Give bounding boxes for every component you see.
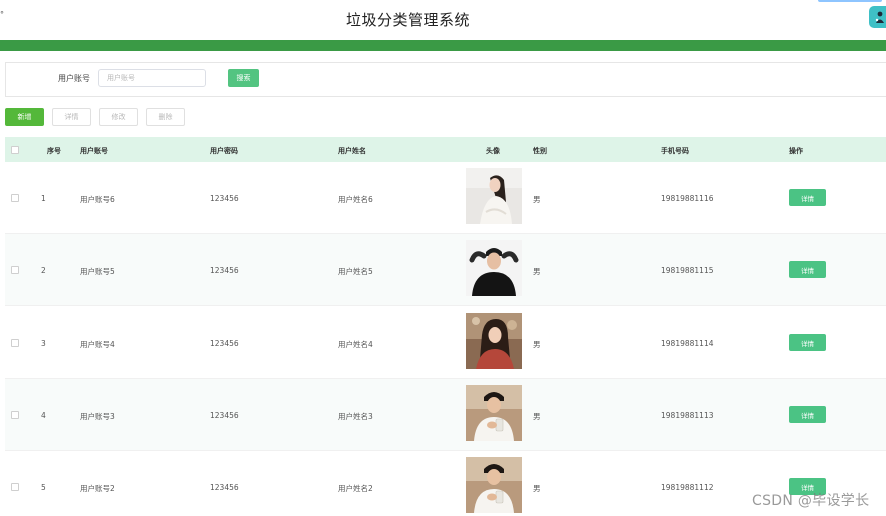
row-detail-button[interactable]: 详情: [789, 189, 826, 206]
col-avatar: 头像: [486, 147, 500, 155]
row-detail-button[interactable]: 详情: [789, 334, 826, 351]
avatar-man-white-shirt: [466, 457, 522, 513]
app-title: 垃圾分类管理系统: [345, 11, 470, 29]
row-account: 用户账号5: [80, 267, 115, 276]
row-password: 123456: [210, 194, 239, 203]
table-row: 1 用户账号6 123456 用户姓名6 男 19819881116 详情: [5, 162, 886, 234]
row-account: 用户账号3: [80, 412, 115, 421]
row-account: 用户账号4: [80, 340, 115, 349]
row-checkbox[interactable]: [11, 266, 19, 274]
row-phone: 19819881112: [661, 483, 714, 492]
delete-button[interactable]: 删除: [146, 108, 185, 126]
user-avatar-icon: [875, 11, 884, 23]
col-index: 序号: [47, 147, 61, 155]
table-row: 3 用户账号4 123456 用户姓名4 男 19819881114 详情: [5, 307, 886, 379]
account-search-input[interactable]: [98, 69, 206, 87]
add-button[interactable]: 新增: [5, 108, 44, 126]
table-row: 4 用户账号3 123456 用户姓名3 男 19819881113 详情: [5, 379, 886, 451]
header-green-band: [0, 40, 886, 51]
avatar-woman-white-dress: [466, 168, 522, 224]
row-index: 5: [41, 483, 46, 492]
row-gender: 男: [533, 412, 541, 421]
row-account: 用户账号6: [80, 195, 115, 204]
col-name: 用户姓名: [338, 147, 366, 155]
table-row: 2 用户账号5 123456 用户姓名5 男 19819881115 详情: [5, 234, 886, 306]
col-gender: 性别: [533, 147, 547, 155]
table-header: 序号 用户账号 用户密码 用户姓名 头像 性别 手机号码 操作: [5, 137, 886, 162]
row-phone: 19819881115: [661, 266, 714, 275]
row-detail-button[interactable]: 详情: [789, 406, 826, 423]
top-bar: ° 垃圾分类管理系统: [0, 0, 886, 40]
row-gender: 男: [533, 267, 541, 276]
row-phone: 19819881114: [661, 339, 714, 348]
col-actions: 操作: [789, 147, 803, 155]
row-checkbox[interactable]: [11, 194, 19, 202]
row-gender: 男: [533, 340, 541, 349]
select-all-checkbox[interactable]: [11, 146, 19, 154]
row-detail-button[interactable]: 详情: [789, 261, 826, 278]
row-password: 123456: [210, 411, 239, 420]
row-checkbox[interactable]: [11, 483, 19, 491]
col-phone: 手机号码: [661, 147, 689, 155]
search-panel: 用户账号 搜索: [5, 62, 886, 97]
row-phone: 19819881116: [661, 194, 714, 203]
row-name: 用户姓名4: [338, 340, 373, 349]
row-checkbox[interactable]: [11, 339, 19, 347]
row-gender: 男: [533, 195, 541, 204]
row-index: 1: [41, 194, 46, 203]
edit-button[interactable]: 修改: [99, 108, 138, 126]
row-account: 用户账号2: [80, 484, 115, 493]
row-index: 4: [41, 411, 46, 420]
detail-button[interactable]: 详情: [52, 108, 91, 126]
row-phone: 19819881113: [661, 411, 714, 420]
row-password: 123456: [210, 483, 239, 492]
row-name: 用户姓名6: [338, 195, 373, 204]
row-index: 3: [41, 339, 46, 348]
avatar-woman-red-top: [466, 313, 522, 369]
col-password: 用户密码: [210, 147, 238, 155]
row-gender: 男: [533, 484, 541, 493]
row-password: 123456: [210, 339, 239, 348]
avatar-man-white-shirt: [466, 385, 522, 441]
user-avatar-button[interactable]: [869, 6, 886, 28]
csdn-watermark: CSDN @毕设学长: [752, 493, 870, 509]
row-name: 用户姓名5: [338, 267, 373, 276]
row-index: 2: [41, 266, 46, 275]
col-account: 用户账号: [80, 147, 108, 155]
search-label: 用户账号: [58, 74, 90, 83]
search-button[interactable]: 搜索: [228, 69, 259, 87]
row-password: 123456: [210, 266, 239, 275]
row-name: 用户姓名3: [338, 412, 373, 421]
avatar-man-black-shirt: [466, 240, 522, 296]
top-accent-line: [818, 0, 882, 2]
row-name: 用户姓名2: [338, 484, 373, 493]
row-checkbox[interactable]: [11, 411, 19, 419]
